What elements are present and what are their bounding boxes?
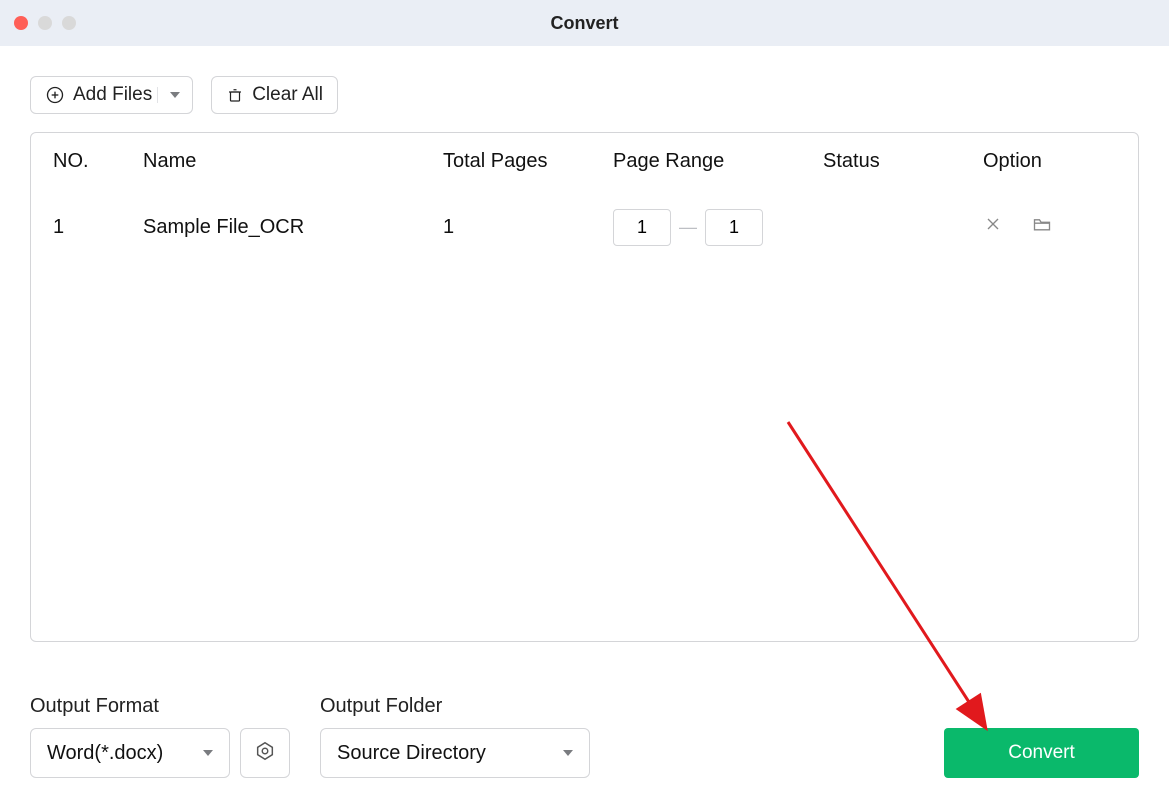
- toolbar: Add Files Clear All: [0, 46, 1169, 132]
- cell-no: 1: [31, 216, 121, 239]
- page-from-input[interactable]: [613, 209, 671, 246]
- col-header-page-range: Page Range: [591, 150, 801, 173]
- close-window-button[interactable]: [14, 16, 28, 30]
- open-folder-button[interactable]: [1031, 214, 1053, 240]
- output-format-label: Output Format: [30, 695, 290, 718]
- output-format-value: Word(*.docx): [47, 742, 163, 765]
- clear-all-label: Clear All: [252, 84, 323, 106]
- chevron-down-icon: [563, 750, 573, 756]
- footer: Output Format Word(*.docx) Output Folder…: [30, 695, 1139, 778]
- files-table: NO. Name Total Pages Page Range Status O…: [30, 132, 1139, 642]
- maximize-window-button[interactable]: [62, 16, 76, 30]
- cell-total-pages: 1: [421, 216, 591, 239]
- titlebar: Convert: [0, 0, 1169, 46]
- chevron-down-icon: [170, 92, 180, 98]
- col-header-name: Name: [121, 150, 421, 173]
- window-controls: [14, 16, 76, 30]
- output-folder-value: Source Directory: [337, 742, 486, 765]
- col-header-option: Option: [961, 150, 1138, 173]
- gear-icon: [254, 740, 276, 767]
- col-header-total-pages: Total Pages: [421, 150, 591, 173]
- add-files-button[interactable]: Add Files: [30, 76, 193, 114]
- cell-option: [961, 214, 1138, 240]
- output-folder-select[interactable]: Source Directory: [320, 728, 590, 778]
- table-header: NO. Name Total Pages Page Range Status O…: [31, 133, 1138, 189]
- plus-circle-icon: [45, 85, 65, 105]
- convert-button[interactable]: Convert: [944, 728, 1139, 778]
- clear-all-button[interactable]: Clear All: [211, 76, 338, 114]
- col-header-no: NO.: [31, 150, 121, 173]
- output-folder-label: Output Folder: [320, 695, 590, 718]
- table-row: 1 Sample File_OCR 1 —: [31, 189, 1138, 265]
- output-format-group: Output Format Word(*.docx): [30, 695, 290, 778]
- add-files-label: Add Files: [73, 84, 152, 106]
- output-folder-group: Output Folder Source Directory: [320, 695, 590, 778]
- output-format-select[interactable]: Word(*.docx): [30, 728, 230, 778]
- minimize-window-button[interactable]: [38, 16, 52, 30]
- remove-row-button[interactable]: [983, 214, 1003, 240]
- cell-page-range: —: [591, 209, 801, 246]
- page-to-input[interactable]: [705, 209, 763, 246]
- page-range-inputs: —: [613, 209, 763, 246]
- trash-icon: [226, 86, 244, 104]
- format-settings-button[interactable]: [240, 728, 290, 778]
- range-dash: —: [679, 217, 697, 238]
- chevron-down-icon: [203, 750, 213, 756]
- col-header-status: Status: [801, 150, 961, 173]
- cell-name: Sample File_OCR: [121, 216, 421, 239]
- window-title: Convert: [0, 13, 1169, 34]
